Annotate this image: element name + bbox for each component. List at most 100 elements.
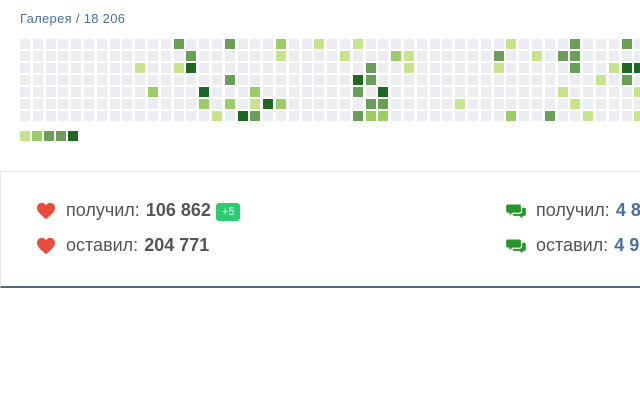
heatmap-cell xyxy=(353,75,363,85)
heatmap-cell xyxy=(596,99,606,109)
heatmap-cell xyxy=(442,75,452,85)
heatmap-cell xyxy=(506,87,516,97)
comments-given-value: 4 9 xyxy=(614,235,640,255)
heatmap-cell xyxy=(622,75,632,85)
heatmap-cell xyxy=(276,87,286,97)
heatmap-cell xyxy=(340,63,350,73)
heatmap-cell xyxy=(161,87,171,97)
heatmap-cell xyxy=(84,99,94,109)
heatmap-cell xyxy=(455,63,465,73)
heatmap-cell xyxy=(378,75,388,85)
stats-panel: получил: 106 862 +5 оставил: 204 771 пол… xyxy=(0,171,640,288)
heatmap-cell xyxy=(250,111,260,121)
heatmap-cell xyxy=(353,63,363,73)
heatmap-cell xyxy=(122,39,132,49)
heatmap-cell xyxy=(378,87,388,97)
heatmap-cell xyxy=(97,99,107,109)
heatmap-cell xyxy=(532,111,542,121)
heatmap-cell xyxy=(263,87,273,97)
heatmap-cell xyxy=(161,63,171,73)
heatmap-cell xyxy=(46,63,56,73)
heatmap-cell xyxy=(135,99,145,109)
heatmap-cell xyxy=(506,63,516,73)
heatmap-cell xyxy=(186,63,196,73)
heatmap-cell xyxy=(186,51,196,61)
heatmap-cell xyxy=(238,63,248,73)
heatmap-cell xyxy=(314,87,324,97)
heatmap-cell xyxy=(289,39,299,49)
heatmap-cell xyxy=(289,111,299,121)
heatmap-cell xyxy=(84,87,94,97)
heatmap-cell xyxy=(468,99,478,109)
heatmap-cell xyxy=(20,39,30,49)
heatmap-cell xyxy=(596,111,606,121)
heatmap-cell xyxy=(122,111,132,121)
heatmap-cell xyxy=(186,111,196,121)
heatmap-cell xyxy=(366,111,376,121)
heatmap-cell xyxy=(110,75,120,85)
heatmap-cell xyxy=(314,63,324,73)
heatmap-cell xyxy=(583,75,593,85)
heatmap-cell xyxy=(417,63,427,73)
heatmap-cell xyxy=(71,75,81,85)
heatmap-cell xyxy=(494,87,504,97)
heatmap-cell xyxy=(481,63,491,73)
heatmap-cell xyxy=(174,87,184,97)
heatmap-cell xyxy=(263,75,273,85)
heatmap-cell xyxy=(33,39,43,49)
heatmap-cell xyxy=(174,63,184,73)
heatmap-cell xyxy=(71,39,81,49)
heatmap-cell xyxy=(84,51,94,61)
heatmap-cell xyxy=(20,111,30,121)
heatmap-cell xyxy=(570,75,580,85)
heatmap-cell xyxy=(481,99,491,109)
heatmap-cell xyxy=(494,75,504,85)
heatmap-cell xyxy=(609,111,619,121)
heatmap-cell xyxy=(212,75,222,85)
heatmap-cell xyxy=(314,75,324,85)
heatmap-cell xyxy=(570,51,580,61)
heatmap-cell xyxy=(135,51,145,61)
likes-received-badge: +5 xyxy=(215,202,241,221)
heatmap-cell xyxy=(494,111,504,121)
heatmap-cell xyxy=(199,39,209,49)
heatmap-cell xyxy=(558,39,568,49)
heatmap-cell xyxy=(353,87,363,97)
gallery-link[interactable]: Галерея / 18 206 xyxy=(20,11,125,26)
heatmap-cell xyxy=(289,87,299,97)
heatmap-cell xyxy=(366,39,376,49)
comments-given-label: оставил: xyxy=(536,235,609,255)
heatmap-cell xyxy=(110,63,120,73)
heatmap-cell xyxy=(442,39,452,49)
legend-swatch xyxy=(32,131,42,141)
heatmap-cell xyxy=(519,63,529,73)
heatmap-cell xyxy=(148,51,158,61)
heatmap-cell xyxy=(519,51,529,61)
heatmap-cell xyxy=(46,111,56,121)
heatmap-cell xyxy=(391,111,401,121)
heatmap-cell xyxy=(250,39,260,49)
heatmap-cell xyxy=(327,39,337,49)
heatmap-cell xyxy=(302,87,312,97)
heatmap-cell xyxy=(238,87,248,97)
heatmap-cell xyxy=(481,51,491,61)
heatmap-cell xyxy=(135,75,145,85)
heatmap-cell xyxy=(532,51,542,61)
heatmap-cell xyxy=(20,51,30,61)
heatmap-cell xyxy=(417,87,427,97)
heatmap-cell xyxy=(263,39,273,49)
heart-icon xyxy=(37,237,55,254)
heatmap-cell xyxy=(225,99,235,109)
heatmap-cell xyxy=(110,39,120,49)
heatmap-cell xyxy=(468,63,478,73)
heatmap-cell xyxy=(430,63,440,73)
heatmap-cell xyxy=(33,75,43,85)
heatmap-cell xyxy=(378,63,388,73)
heatmap-cell xyxy=(46,99,56,109)
heatmap-cell xyxy=(110,111,120,121)
legend-swatch xyxy=(56,131,66,141)
heatmap-cell xyxy=(455,87,465,97)
heatmap-cell xyxy=(199,111,209,121)
heatmap-cell xyxy=(340,87,350,97)
heatmap-cell xyxy=(212,99,222,109)
